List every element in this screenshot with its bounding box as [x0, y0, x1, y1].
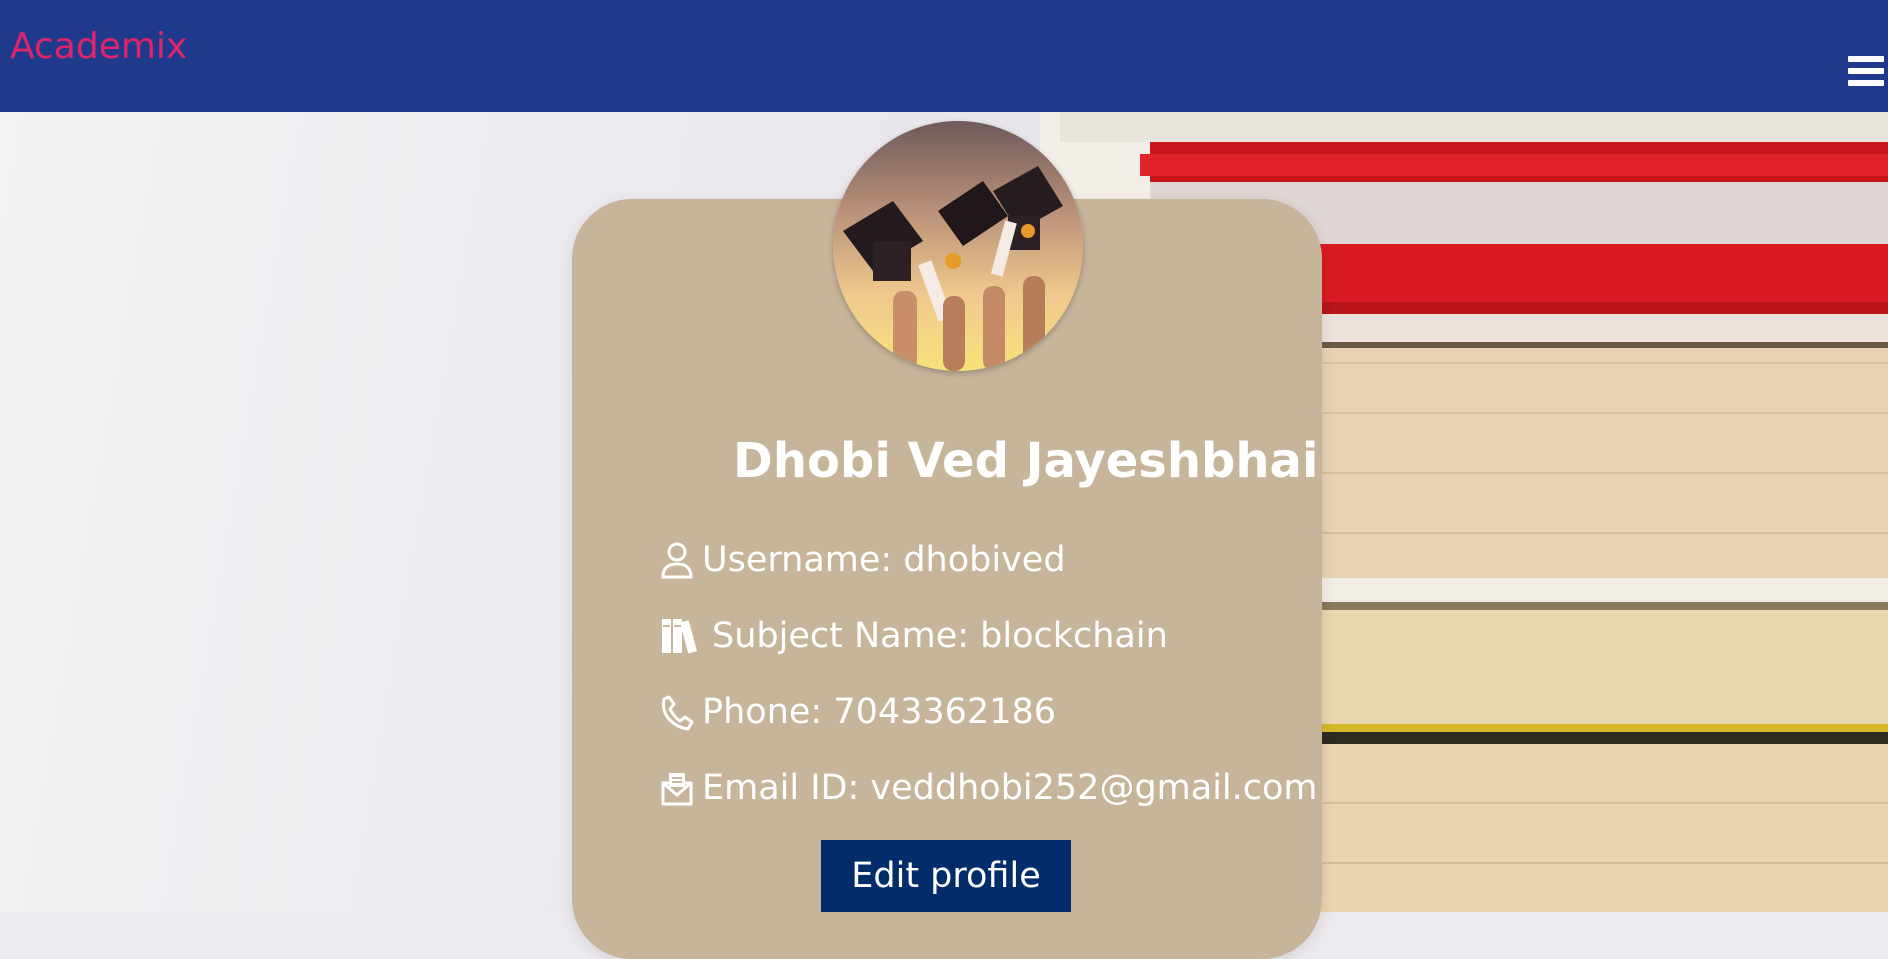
subject-text: Subject Name: blockchain	[712, 616, 1168, 656]
brand-link[interactable]: Academix	[10, 26, 187, 67]
profile-avatar	[833, 121, 1083, 371]
phone-text: Phone: 7043362186	[702, 692, 1057, 732]
phone-icon	[660, 693, 694, 731]
email-text: Email ID: veddhobi252@gmail.com	[702, 768, 1318, 808]
hamburger-menu-icon[interactable]	[1848, 56, 1884, 88]
navbar: Academix	[0, 0, 1888, 112]
username-row: Username: dhobived	[660, 540, 1066, 580]
phone-row: Phone: 7043362186	[660, 692, 1056, 732]
profile-name: Dhobi Ved Jayeshbhai	[733, 433, 1319, 489]
books-icon	[660, 617, 704, 655]
username-text: Username: dhobived	[702, 540, 1066, 580]
subject-row: Subject Name: blockchain	[660, 616, 1168, 656]
user-icon	[660, 541, 694, 579]
edit-profile-button[interactable]: Edit profile	[821, 840, 1071, 912]
email-icon	[660, 769, 694, 807]
graduation-caps-photo	[833, 121, 1083, 371]
email-row: Email ID: veddhobi252@gmail.com	[660, 768, 1318, 808]
